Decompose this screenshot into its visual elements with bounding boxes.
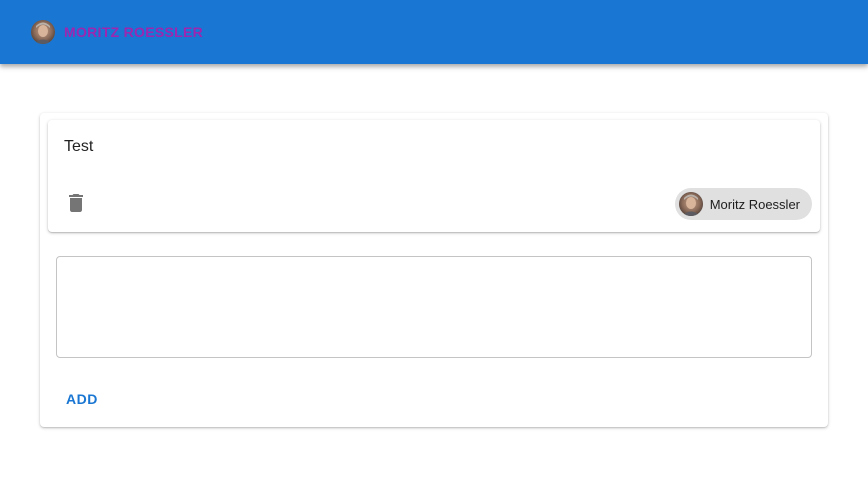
author-avatar — [678, 192, 703, 216]
user-name-button[interactable]: Moritz Roessler — [64, 24, 203, 40]
author-chip: Moritz Roessler — [674, 188, 812, 220]
trash-icon — [64, 191, 88, 218]
note-text: Test — [64, 138, 94, 155]
author-name: Moritz Roessler — [709, 196, 800, 212]
app-bar: Moritz Roessler — [0, 0, 868, 64]
add-note-button[interactable]: ADD — [58, 385, 106, 413]
notes-card: Test Moritz Roessler ADD — [40, 113, 828, 427]
note-item: Test Moritz Roessler — [48, 120, 820, 232]
delete-note-button[interactable] — [64, 192, 88, 216]
new-note-input[interactable] — [56, 256, 812, 358]
user-avatar — [31, 20, 55, 44]
